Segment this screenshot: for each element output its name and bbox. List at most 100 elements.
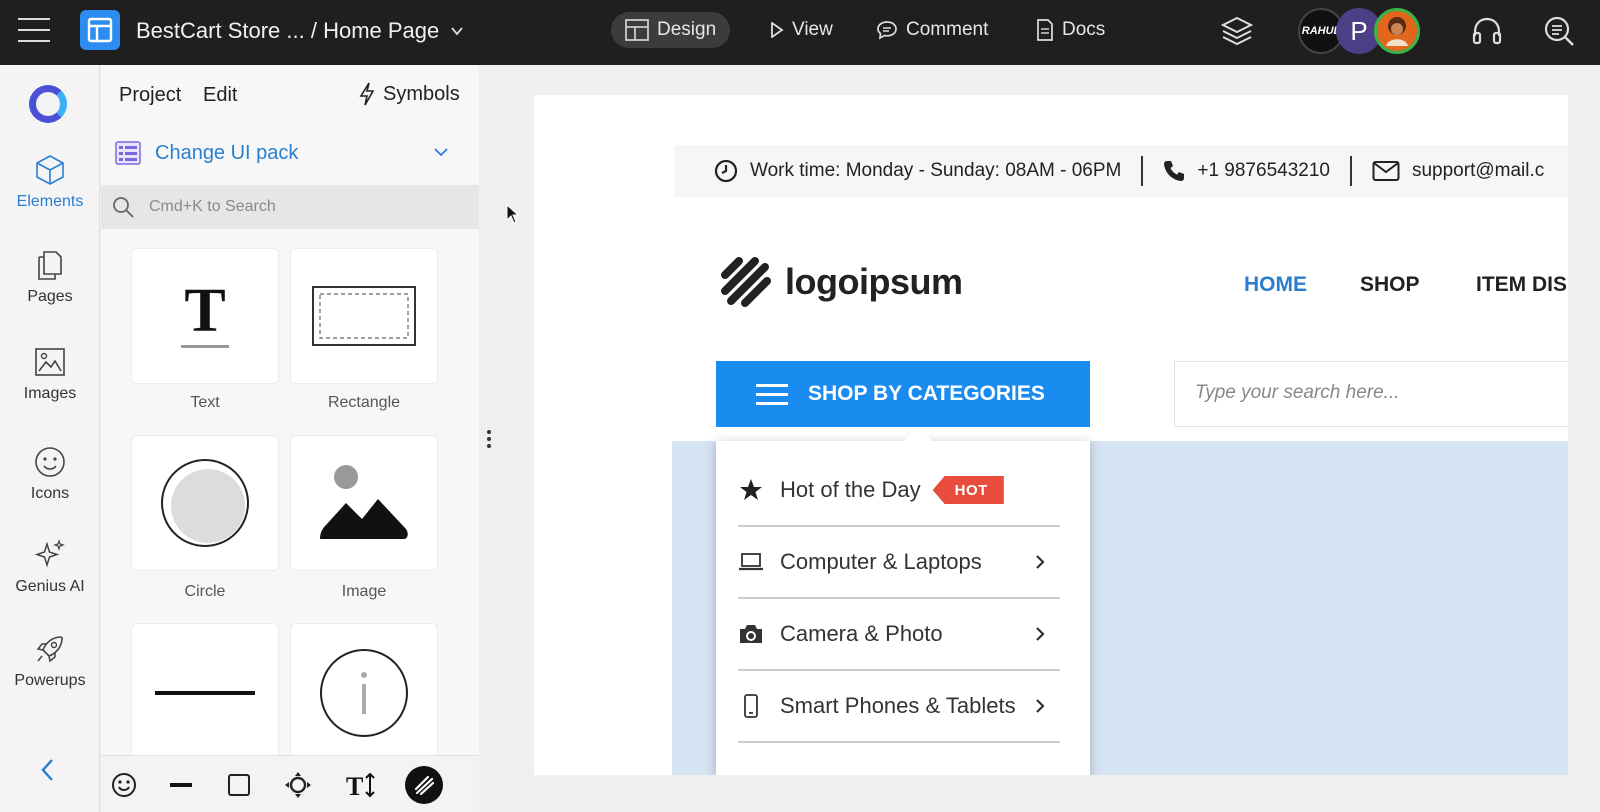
rail-item-label: Elements — [16, 193, 84, 210]
category-label: Computer & Laptops — [780, 549, 982, 574]
line-tool-icon[interactable] — [166, 770, 196, 800]
design-canvas[interactable]: Work time: Monday - Sunday: 08AM - 06PM … — [534, 95, 1568, 775]
line-element-tile[interactable] — [131, 623, 279, 763]
scribble-tool-icon[interactable] — [405, 766, 443, 804]
camera-icon — [740, 625, 762, 643]
email-item: support@mail.c — [1372, 160, 1544, 182]
chevron-left-icon[interactable] — [38, 755, 58, 785]
play-icon — [771, 22, 784, 38]
text-element-tile[interactable]: T — [131, 248, 279, 384]
email-text: support@mail.c — [1411, 160, 1545, 181]
site-nav-shop[interactable]: SHOP — [1360, 273, 1420, 297]
work-time-item: Work time: Monday - Sunday: 08AM - 06PM — [714, 159, 1121, 183]
menu-icon — [756, 378, 788, 411]
panel-header: Project Edit Symbols — [101, 65, 479, 125]
smiley-icon — [35, 447, 65, 477]
rectangle-element-tile[interactable] — [290, 248, 438, 384]
rail-item-icons[interactable]: Icons — [0, 445, 100, 503]
rectangle-element-icon — [312, 286, 416, 346]
sparkle-icon — [34, 539, 65, 568]
phone-icon — [1164, 161, 1185, 181]
chevron-down-icon — [434, 148, 448, 157]
document-icon — [1037, 19, 1053, 41]
category-smart-phones-tablets[interactable]: Smart Phones & Tablets — [738, 671, 1060, 743]
chevron-right-icon — [1036, 627, 1045, 641]
move-tool-icon[interactable] — [283, 770, 313, 800]
circle-element-tile[interactable] — [131, 435, 279, 571]
text-tile-label: Text — [190, 394, 220, 411]
site-nav-home[interactable]: HOME — [1244, 273, 1307, 297]
app-logo-icon[interactable] — [80, 10, 120, 50]
chevron-down-icon[interactable] — [450, 24, 464, 38]
left-rail: Elements Pages Images Icons Genius AI Po… — [0, 65, 100, 812]
docs-mode-button[interactable]: Docs — [1022, 12, 1119, 48]
tab-edit[interactable]: Edit — [203, 84, 237, 107]
rail-item-label: Genius AI — [15, 578, 85, 595]
category-hot-of-the-day[interactable]: Hot of the Day HOT — [738, 455, 1060, 527]
top-bar: BestCart Store ... / Home Page Design Vi… — [0, 0, 1600, 65]
layers-icon[interactable] — [1220, 14, 1254, 48]
rail-item-label: Icons — [30, 485, 70, 502]
rail-item-elements[interactable]: Elements — [0, 153, 100, 211]
design-mode-button[interactable]: Design — [611, 12, 731, 48]
lightning-icon — [359, 82, 375, 106]
main-menu-button[interactable] — [18, 18, 50, 44]
search-menu-icon[interactable] — [1542, 14, 1576, 48]
rail-item-label: Powerups — [14, 672, 86, 689]
work-time-text: Work time: Monday - Sunday: 08AM - 06PM — [750, 160, 1122, 181]
element-search-input[interactable] — [149, 198, 449, 216]
dropdown-notch — [903, 426, 933, 456]
text-element-icon: T — [181, 279, 229, 348]
brand-logo-icon[interactable] — [29, 85, 67, 123]
rail-item-pages[interactable]: Pages — [0, 248, 100, 306]
site-logo: logoipsum — [719, 255, 963, 309]
image-icon — [35, 348, 65, 376]
categories-dropdown: Hot of the Day HOT Computer & Laptops Ca… — [716, 426, 1090, 775]
category-camera-photo[interactable]: Camera & Photo — [738, 599, 1060, 671]
text-size-tool-icon[interactable]: T — [343, 770, 379, 800]
info-element-tile[interactable] — [290, 623, 438, 763]
site-search-input[interactable] — [1175, 362, 1555, 424]
document-title[interactable]: BestCart Store ... / Home Page — [136, 18, 439, 44]
laptop-icon — [739, 553, 763, 571]
category-label: Smart Phones & Tablets — [780, 693, 1016, 718]
image-element-tile[interactable] — [290, 435, 438, 571]
avatar-user-photo[interactable] — [1374, 8, 1420, 54]
rail-item-genius-ai[interactable]: Genius AI — [0, 538, 100, 596]
ui-pack-icon — [115, 141, 141, 165]
image-element-icon — [320, 465, 408, 539]
star-icon — [740, 479, 762, 500]
rocket-icon — [36, 636, 63, 663]
panel-more-options-icon[interactable] — [487, 430, 493, 450]
rail-item-powerups[interactable]: Powerups — [0, 632, 100, 690]
info-divider — [1349, 156, 1352, 186]
mouse-cursor-icon — [506, 204, 520, 224]
rail-item-images[interactable]: Images — [0, 345, 100, 403]
tab-project[interactable]: Project — [119, 84, 181, 107]
rail-item-label: Images — [23, 385, 77, 402]
view-mode-button[interactable]: View — [756, 12, 847, 48]
category-label: Hot of the Day — [780, 477, 921, 502]
hot-badge: HOT — [932, 476, 1004, 504]
emoji-tool-icon[interactable] — [109, 770, 139, 800]
category-computer-laptops[interactable]: Computer & Laptops — [738, 527, 1060, 599]
shop-by-categories-button[interactable]: SHOP BY CATEGORIES — [716, 361, 1090, 427]
rectangle-tool-icon[interactable] — [224, 770, 254, 800]
symbols-button[interactable]: Symbols — [359, 82, 460, 106]
line-element-icon — [155, 691, 255, 695]
design-mode-label: Design — [657, 19, 717, 40]
site-info-bar: Work time: Monday - Sunday: 08AM - 06PM … — [674, 145, 1568, 197]
logoipsum-mark-icon — [721, 257, 771, 307]
site-logo-text: logoipsum — [785, 261, 963, 302]
category-label: Camera & Photo — [780, 621, 943, 646]
comment-mode-button[interactable]: Comment — [862, 12, 1002, 48]
headphones-icon[interactable] — [1470, 14, 1504, 48]
info-icon — [320, 649, 408, 737]
info-divider — [1141, 156, 1144, 186]
smartphone-icon — [744, 694, 758, 718]
site-nav-item-dis[interactable]: ITEM DIS — [1476, 273, 1567, 297]
symbols-label: Symbols — [383, 82, 460, 105]
ui-pack-label: Change UI pack — [155, 141, 299, 164]
mail-icon — [1372, 161, 1400, 181]
change-ui-pack-button[interactable]: Change UI pack — [101, 125, 479, 181]
